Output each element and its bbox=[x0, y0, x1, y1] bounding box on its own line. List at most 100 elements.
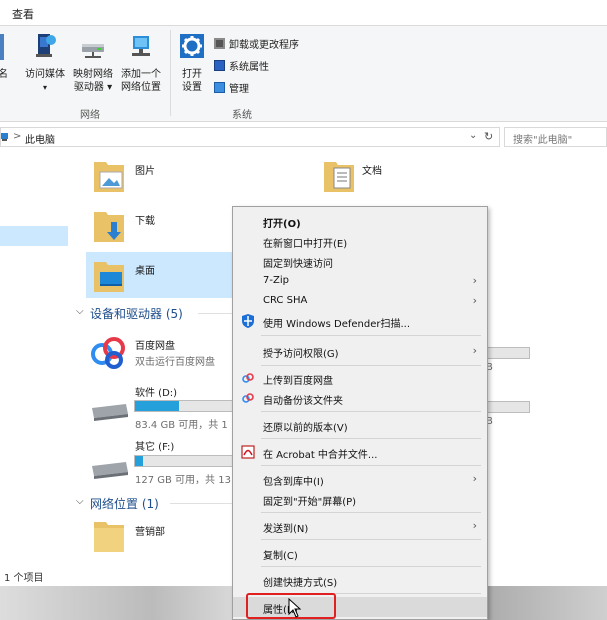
section-title-devices: 设备和驱动器 (5) bbox=[90, 307, 183, 321]
group-label-network: 网络 bbox=[80, 110, 100, 121]
menu-item-7zip[interactable]: 7-Zip › bbox=[233, 271, 487, 291]
drive-d[interactable] bbox=[90, 400, 130, 425]
search-input[interactable]: 搜索"此电脑" bbox=[504, 127, 607, 147]
group-label-system: 系统 bbox=[232, 110, 252, 121]
partial-icon bbox=[0, 34, 4, 60]
breadcrumb-this-pc[interactable]: 此电脑 bbox=[25, 131, 55, 146]
menu-item-copy[interactable]: 复制(C) bbox=[233, 543, 487, 563]
folder-label: 文档 bbox=[362, 166, 382, 177]
map-drive-button[interactable]: 映射网络 驱动器 ▾ bbox=[70, 32, 116, 94]
computer-manage-icon bbox=[214, 82, 225, 93]
menu-label: 授予访问权限(G) bbox=[263, 349, 339, 360]
submenu-arrow-icon: › bbox=[472, 344, 477, 357]
folder-pictures[interactable] bbox=[92, 158, 126, 197]
open-label: 打开 bbox=[182, 69, 202, 80]
ribbon: 名 访问媒体 ▾ 映射网络 驱动器 ▾ 添加一个 网络位置 打开 设置 卸载或更… bbox=[0, 26, 607, 122]
menu-separator bbox=[261, 335, 481, 336]
menu-item-open[interactable]: 打开(O) bbox=[233, 211, 487, 231]
menu-item-upload-baidu[interactable]: 上传到百度网盘 bbox=[233, 368, 487, 388]
folder-label: 图片 bbox=[135, 166, 155, 177]
manage-label: 管理 bbox=[229, 84, 249, 95]
menu-label: 包含到库中(I) bbox=[263, 477, 324, 488]
menu-separator bbox=[261, 365, 481, 366]
baidu-netdisk-app[interactable] bbox=[90, 334, 126, 373]
chevron-down-icon[interactable]: ⌵ bbox=[76, 496, 84, 507]
nav-selected-item[interactable] bbox=[0, 226, 68, 246]
partial-bar bbox=[484, 347, 530, 359]
folder-desktop[interactable] bbox=[92, 258, 126, 297]
manage-button[interactable]: 管理 bbox=[214, 80, 249, 95]
submenu-arrow-icon: › bbox=[472, 274, 477, 287]
ribbon-tab-bar: 查看 bbox=[0, 0, 607, 26]
shield-icon bbox=[242, 314, 254, 328]
menu-separator bbox=[261, 465, 481, 466]
baidu-netdisk-icon bbox=[242, 393, 254, 403]
menu-label: 使用 Windows Defender扫描... bbox=[263, 319, 411, 330]
menu-item-pin-quick-access[interactable]: 固定到快速访问 bbox=[233, 251, 487, 271]
menu-separator bbox=[261, 539, 481, 540]
downloads-folder-icon bbox=[94, 212, 124, 242]
menu-item-crc-sha[interactable]: CRC SHA › bbox=[233, 291, 487, 311]
drive-d-usage-bar bbox=[134, 400, 234, 412]
desktop-folder-icon bbox=[94, 262, 124, 292]
drive-f-name: 其它 (F:) bbox=[135, 442, 175, 453]
folder-downloads[interactable] bbox=[92, 208, 126, 247]
settings-label: 设置 bbox=[182, 82, 202, 93]
navigation-pane bbox=[0, 150, 70, 568]
add-network-location-button[interactable]: 添加一个 网络位置 bbox=[117, 32, 165, 94]
drive-f-usage-fill bbox=[135, 456, 143, 466]
open-settings-button[interactable]: 打开 设置 bbox=[174, 32, 210, 94]
menu-item-create-shortcut[interactable]: 创建快捷方式(S) bbox=[233, 570, 487, 590]
menu-item-send-to[interactable]: 发送到(N) › bbox=[233, 516, 487, 536]
menu-item-grant-access[interactable]: 授予访问权限(G) › bbox=[233, 341, 487, 361]
menu-item-pin-start[interactable]: 固定到"开始"屏幕(P) bbox=[233, 489, 487, 509]
sys-props-label: 系统属性 bbox=[229, 62, 269, 73]
refresh-icon[interactable]: ↻ bbox=[484, 130, 493, 143]
submenu-arrow-icon: › bbox=[472, 472, 477, 485]
submenu-arrow-icon: › bbox=[472, 294, 477, 307]
acrobat-icon bbox=[241, 445, 255, 459]
menu-item-open-new-window[interactable]: 在新窗口中打开(E) bbox=[233, 231, 487, 251]
menu-label: 自动备份该文件夹 bbox=[263, 396, 343, 407]
access-media-button[interactable]: 访问媒体 ▾ bbox=[22, 32, 68, 94]
drive-d-name: 软件 (D:) bbox=[135, 388, 178, 399]
tab-view[interactable]: 查看 bbox=[12, 6, 34, 22]
menu-label: 上传到百度网盘 bbox=[263, 376, 333, 387]
menu-item-defender-scan[interactable]: 使用 Windows Defender扫描... bbox=[233, 311, 487, 331]
menu-label: CRC SHA bbox=[263, 295, 308, 306]
rename-label: 名 bbox=[0, 69, 8, 80]
menu-label: 在新窗口中打开(E) bbox=[263, 239, 348, 250]
system-properties-button[interactable]: 系统属性 bbox=[214, 58, 269, 73]
history-dropdown-icon[interactable]: ⌄ bbox=[469, 130, 477, 141]
menu-item-include-library[interactable]: 包含到库中(I) › bbox=[233, 469, 487, 489]
network-folder-icon bbox=[94, 522, 124, 552]
submenu-arrow-icon: › bbox=[472, 519, 477, 532]
drive-f-subtitle: 127 GB 可用，共 13 bbox=[135, 475, 231, 486]
gear-icon bbox=[180, 34, 204, 58]
chevron-down-icon[interactable]: ⌵ bbox=[76, 306, 84, 317]
folder-documents[interactable] bbox=[322, 158, 356, 197]
drive-f[interactable] bbox=[90, 458, 130, 483]
menu-label: 7-Zip bbox=[263, 275, 289, 286]
address-bar[interactable]: > 此电脑 ⌄ ↻ bbox=[0, 127, 500, 147]
uninstall-program-button[interactable]: 卸载或更改程序 bbox=[214, 36, 299, 51]
network-folder-label: 营销部 bbox=[135, 527, 165, 538]
folder-label: 下载 bbox=[135, 216, 155, 227]
drive-d-subtitle: 83.4 GB 可用，共 1 bbox=[135, 420, 228, 431]
menu-label: 固定到快速访问 bbox=[263, 259, 333, 270]
menu-item-auto-backup[interactable]: 自动备份该文件夹 bbox=[233, 388, 487, 408]
mouse-cursor-icon bbox=[288, 598, 302, 618]
search-placeholder: 搜索"此电脑" bbox=[513, 135, 573, 146]
menu-item-restore-versions[interactable]: 还原以前的版本(V) bbox=[233, 415, 487, 435]
menu-label: 固定到"开始"屏幕(P) bbox=[263, 497, 357, 508]
program-icon bbox=[214, 38, 225, 49]
status-bar: 1 个项目 bbox=[0, 566, 240, 586]
add-location-label-1: 添加一个 bbox=[121, 69, 161, 80]
hard-drive-icon bbox=[92, 404, 128, 421]
dropdown-icon: ▾ bbox=[42, 83, 47, 92]
rename-button[interactable]: 名 bbox=[0, 68, 8, 81]
menu-item-acrobat-combine[interactable]: 在 Acrobat 中合并文件... bbox=[233, 442, 487, 462]
network-folder[interactable] bbox=[92, 518, 126, 557]
context-menu: 打开(O) 在新窗口中打开(E) 固定到快速访问 7-Zip › CRC SHA ›… bbox=[232, 206, 488, 620]
network-drive-icon bbox=[82, 44, 104, 58]
